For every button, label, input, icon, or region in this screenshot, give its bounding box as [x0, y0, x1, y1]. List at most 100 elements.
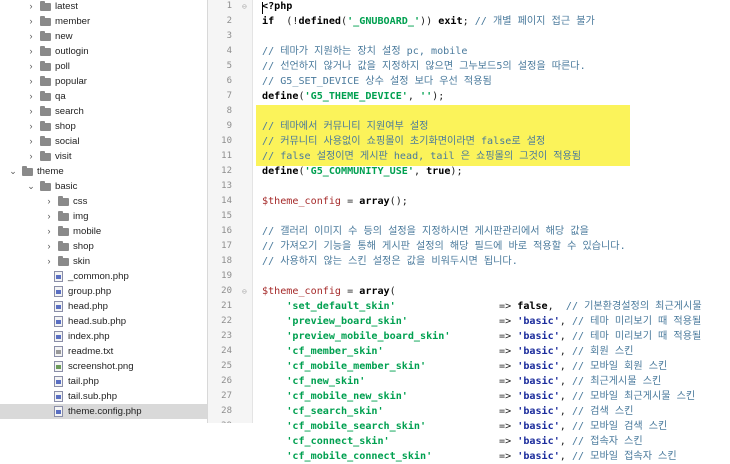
file-explorer: › latest › member › new › outlogin › poll › popular…: [0, 0, 208, 423]
code-line[interactable]: 'cf_new_skin' => 'basic', // 최근게시물 스킨: [262, 374, 661, 389]
line-number: 5: [226, 61, 232, 71]
tree-folder[interactable]: › search: [0, 104, 207, 119]
tree-folder[interactable]: › mobile: [0, 224, 207, 239]
tree-item-label: mobile: [73, 226, 102, 237]
tree-folder[interactable]: › qa: [0, 89, 207, 104]
chevron-right-icon[interactable]: ›: [26, 59, 36, 74]
folder-icon: [40, 136, 51, 146]
code-line[interactable]: 'set_default_skin' => false, // 기본환경설정의 …: [262, 299, 701, 314]
chevron-right-icon[interactable]: ›: [26, 134, 36, 149]
code-line[interactable]: 'cf_search_skin' => 'basic', // 검색 스킨: [262, 404, 633, 419]
tree-folder[interactable]: › popular: [0, 74, 207, 89]
tree-item-label: img: [73, 211, 89, 222]
tree-file[interactable]: head.sub.php: [0, 314, 207, 329]
code-line[interactable]: // false 설정이면 게시판 head, tail 은 쇼핑몰의 그것이 …: [262, 149, 581, 164]
line-number: 8: [226, 106, 232, 116]
code-line[interactable]: 'cf_mobile_new_skin' => 'basic', // 모바일 …: [262, 389, 695, 404]
tree-folder[interactable]: › shop: [0, 119, 207, 134]
tree-item-label: outlogin: [55, 46, 89, 57]
tree-folder[interactable]: › latest: [0, 0, 207, 14]
chevron-right-icon[interactable]: ›: [44, 224, 54, 239]
line-number: 1: [226, 1, 232, 11]
code-line[interactable]: 'preview_mobile_board_skin' => 'basic', …: [262, 329, 701, 344]
chevron-right-icon[interactable]: ›: [26, 0, 36, 14]
line-number: 10: [221, 136, 232, 146]
code-line[interactable]: // 갤러리 이미지 수 등의 설정을 지정하시면 게시판관리에서 해당 값을: [262, 224, 589, 239]
tree-item-label: popular: [55, 76, 88, 87]
line-number-gutter: 1 ⊖ 2 3 4 5 6 7 8 9 10 11 12 13 14 15 16 17 18 19 20 ⊖ 21 22 23 2…: [208, 0, 253, 423]
chevron-right-icon[interactable]: ›: [26, 29, 36, 44]
tree-file[interactable]: readme.txt: [0, 344, 207, 359]
tree-folder[interactable]: › social: [0, 134, 207, 149]
chevron-right-icon[interactable]: ›: [44, 239, 54, 254]
tree-file[interactable]: index.php: [0, 329, 207, 344]
tree-folder[interactable]: › visit: [0, 149, 207, 164]
code-line[interactable]: $theme_config = array();: [262, 194, 408, 209]
tree-folder[interactable]: › member: [0, 14, 207, 29]
line-number: 16: [221, 226, 232, 236]
chevron-right-icon[interactable]: ›: [26, 149, 36, 164]
php-file-icon: [54, 376, 63, 387]
code-line[interactable]: 'cf_mobile_connect_skin' => 'basic', // …: [262, 449, 676, 464]
line-number: 4: [226, 46, 232, 56]
line-number: 9: [226, 121, 232, 131]
tree-item-label: head.php: [68, 301, 109, 312]
tree-folder[interactable]: ⌄ theme: [0, 164, 207, 179]
tree-file[interactable]: _common.php: [0, 269, 207, 284]
tree-file[interactable]: theme.config.php: [0, 404, 207, 419]
fold-icon[interactable]: ⊖: [242, 0, 247, 14]
tree-folder[interactable]: › img: [0, 209, 207, 224]
tree-folder[interactable]: › outlogin: [0, 44, 207, 59]
php-file-icon: [54, 331, 63, 342]
tree-item-label: new: [55, 31, 73, 42]
code-line[interactable]: 'preview_board_skin' => 'basic', // 테마 미…: [262, 314, 701, 329]
chevron-right-icon[interactable]: ›: [26, 119, 36, 134]
chevron-right-icon[interactable]: ›: [44, 209, 54, 224]
code-line[interactable]: 'cf_mobile_search_skin' => 'basic', // 모…: [262, 419, 667, 434]
tree-folder[interactable]: ⌄ basic: [0, 179, 207, 194]
image-file-icon: [54, 361, 63, 372]
php-file-icon: [54, 286, 63, 297]
code-line[interactable]: // 테마에서 커뮤니티 지원여부 설정: [262, 119, 428, 134]
tree-folder[interactable]: › new: [0, 29, 207, 44]
tree-folder[interactable]: › poll: [0, 59, 207, 74]
code-line[interactable]: 'cf_mobile_member_skin' => 'basic', // 모…: [262, 359, 667, 374]
tree-file[interactable]: head.php: [0, 299, 207, 314]
code-line[interactable]: if (!defined('_GNUBOARD_')) exit; // 개별 …: [262, 14, 595, 29]
chevron-right-icon[interactable]: ›: [26, 14, 36, 29]
line-number: 7: [226, 91, 232, 101]
tree-folder[interactable]: › css: [0, 194, 207, 209]
tree-folder[interactable]: › skin: [0, 254, 207, 269]
tree-folder[interactable]: › shop: [0, 239, 207, 254]
code-line[interactable]: // 커뮤니티 사용없이 쇼핑몰이 초기화면이라면 false로 설정: [262, 134, 545, 149]
code-line[interactable]: define('G5_COMMUNITY_USE', true);: [262, 164, 463, 179]
chevron-right-icon[interactable]: ›: [44, 254, 54, 269]
php-file-icon: [54, 271, 63, 282]
tree-file[interactable]: group.php: [0, 284, 207, 299]
code-line[interactable]: // 사용하지 않는 스킨 설정은 값을 비워두시면 됩니다.: [262, 254, 518, 269]
code-line[interactable]: // 선언하지 않거나 값을 지정하지 않으면 그누보드5의 설정을 따른다.: [262, 59, 586, 74]
chevron-right-icon[interactable]: ›: [26, 74, 36, 89]
code-line[interactable]: 'cf_member_skin' => 'basic', // 회원 스킨: [262, 344, 633, 359]
chevron-right-icon[interactable]: ›: [26, 44, 36, 59]
tree-item-label: visit: [55, 151, 72, 162]
folder-icon: [58, 241, 69, 251]
fold-icon[interactable]: ⊖: [242, 284, 247, 299]
tree-file[interactable]: screenshot.png: [0, 359, 207, 374]
line-number: 28: [221, 406, 232, 416]
code-line[interactable]: // 테마가 지원하는 장치 설정 pc, mobile: [262, 44, 467, 59]
code-line[interactable]: // 가져오기 기능을 통해 게시판 설정의 해당 필드에 바로 적용할 수 있…: [262, 239, 626, 254]
code-line[interactable]: define('G5_THEME_DEVICE', '');: [262, 89, 444, 104]
tree-file[interactable]: tail.sub.php: [0, 389, 207, 404]
chevron-right-icon[interactable]: ›: [44, 194, 54, 209]
code-line[interactable]: 'cf_connect_skin' => 'basic', // 접속자 스킨: [262, 434, 642, 449]
tree-file[interactable]: tail.php: [0, 374, 207, 389]
code-line[interactable]: // G5_SET_DEVICE 상수 설정 보다 우선 적용됨: [262, 74, 492, 89]
chevron-down-icon[interactable]: ⌄: [8, 164, 18, 179]
chevron-right-icon[interactable]: ›: [26, 89, 36, 104]
php-file-icon: [54, 301, 63, 312]
chevron-right-icon[interactable]: ›: [26, 104, 36, 119]
chevron-down-icon[interactable]: ⌄: [26, 179, 36, 194]
code-line[interactable]: <?php: [262, 0, 292, 14]
code-line[interactable]: $theme_config = array(: [262, 284, 396, 299]
